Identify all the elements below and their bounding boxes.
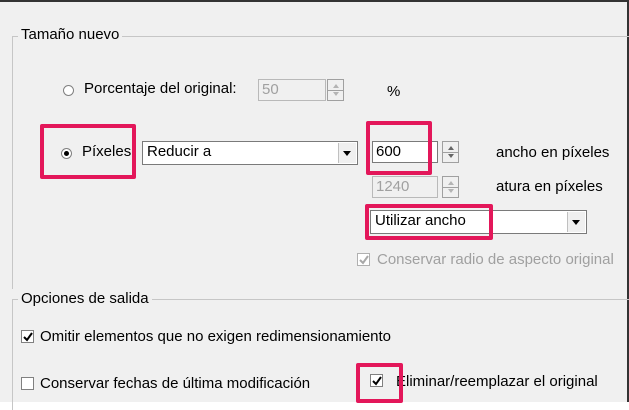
- replace-original-label: Eliminar/reemplazar el original: [396, 373, 598, 390]
- keep-dates-checkbox[interactable]: [21, 377, 34, 390]
- width-unit-label: ancho en píxeles: [496, 144, 610, 161]
- skip-resize-label: Omitir elementos que no exigen redimensi…: [40, 328, 392, 345]
- width-highlight-box: [366, 121, 432, 175]
- percent-input[interactable]: 50: [258, 79, 326, 101]
- percent-unit: %: [387, 83, 401, 100]
- height-unit-label: atura en píxeles: [496, 178, 603, 195]
- dimension-highlight-box: [365, 204, 493, 240]
- percent-spinner[interactable]: [327, 79, 344, 101]
- percent-label: Porcentaje del original:: [84, 80, 237, 97]
- keep-aspect-checkbox[interactable]: [357, 253, 370, 266]
- chevron-down-icon[interactable]: [338, 143, 356, 163]
- resize-mode-select[interactable]: Reducir a: [142, 141, 358, 165]
- chevron-down-icon[interactable]: [567, 212, 585, 232]
- replace-original-highlight-box: [356, 363, 403, 403]
- output-options-group: [12, 299, 629, 410]
- keep-aspect-label: Conservar radio de aspecto original: [377, 251, 614, 268]
- pixels-highlight-box: [40, 124, 136, 179]
- resize-dialog-panel: Tamaño nuevo Porcentaje del original: 50…: [0, 0, 629, 410]
- keep-dates-label: Conservar fechas de última modificación: [40, 375, 311, 392]
- width-spinner[interactable]: [442, 141, 459, 163]
- height-spinner[interactable]: [442, 176, 459, 198]
- height-input[interactable]: 1240: [372, 176, 438, 198]
- percent-radio[interactable]: [63, 85, 74, 96]
- output-options-title: Opciones de salida: [18, 290, 152, 307]
- skip-resize-checkbox[interactable]: [21, 330, 34, 343]
- resize-mode-value: Reducir a: [147, 143, 212, 160]
- new-size-group-title: Tamaño nuevo: [18, 26, 123, 43]
